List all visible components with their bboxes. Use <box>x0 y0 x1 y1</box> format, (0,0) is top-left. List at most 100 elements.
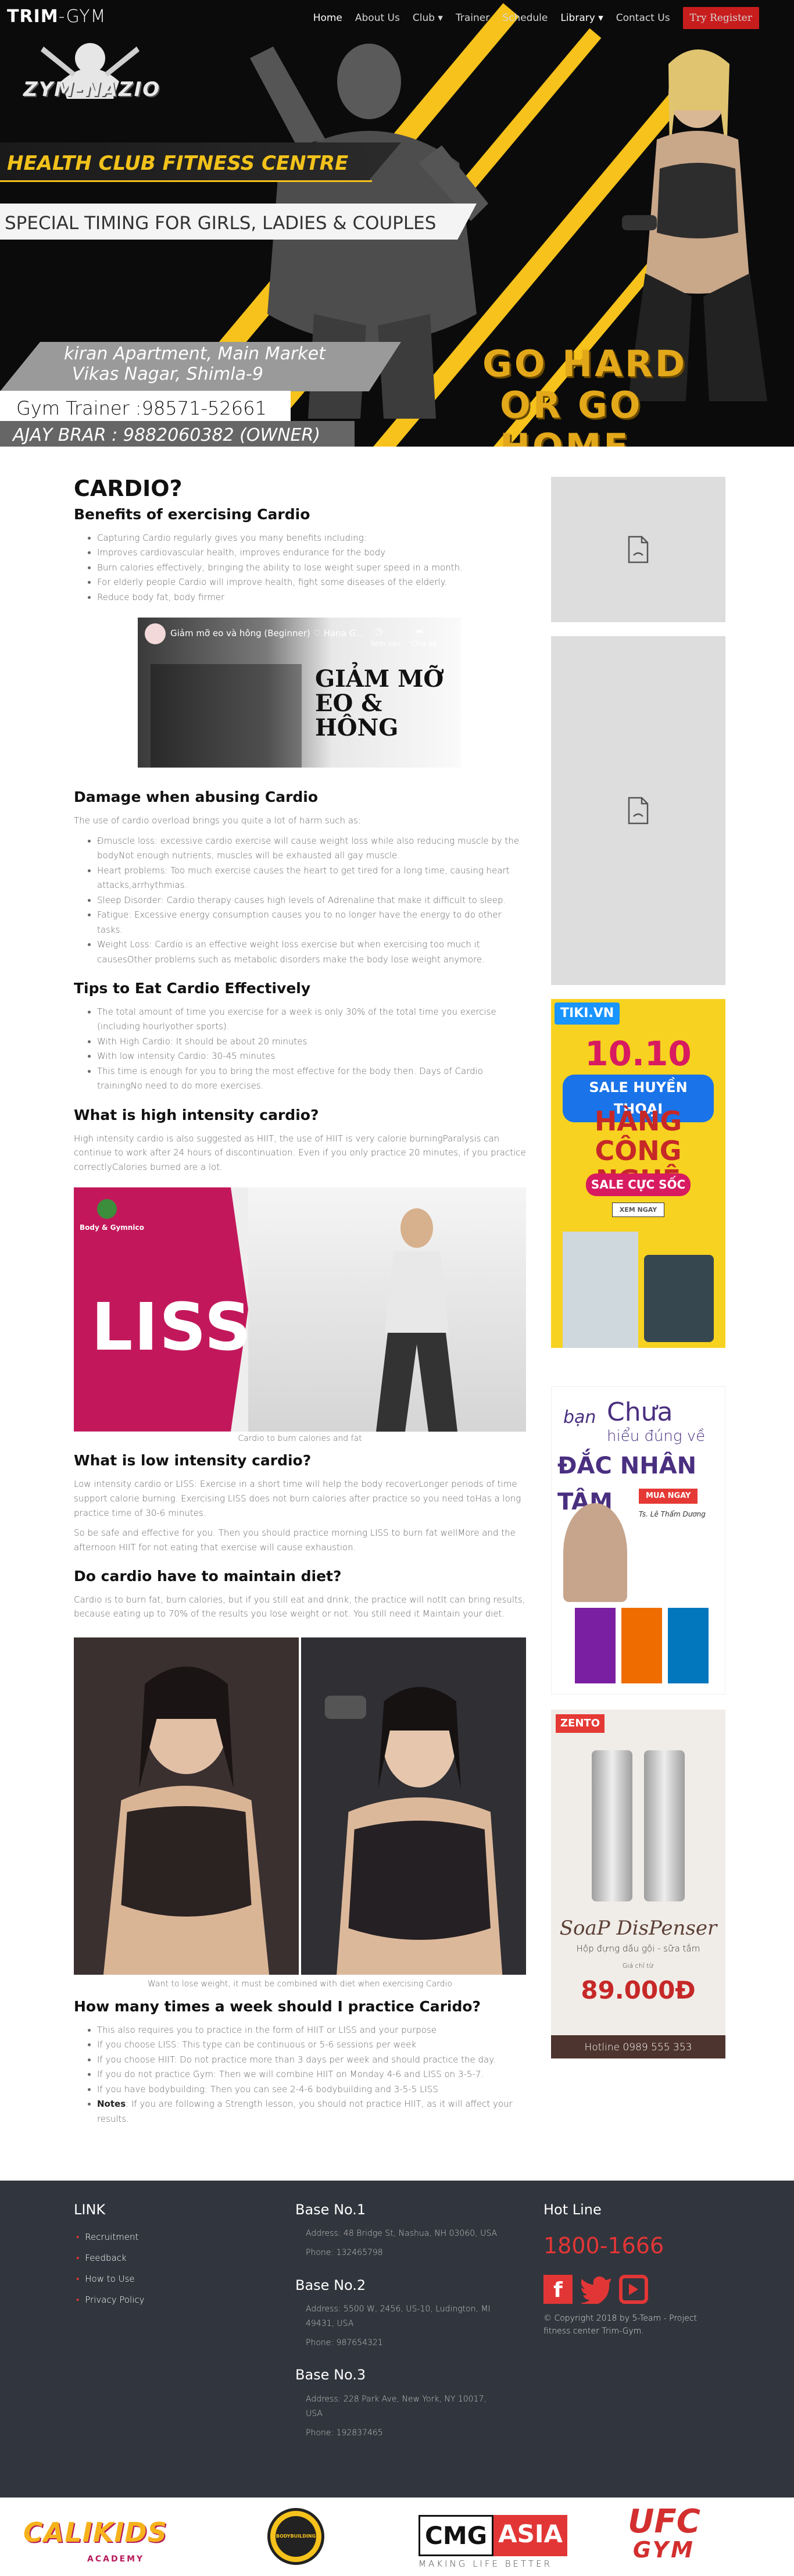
tiki-line-1: HÀNG <box>594 1105 682 1137</box>
list-item: For elderly people Cardio will improve h… <box>97 575 526 590</box>
tiki-ad[interactable]: TIKI.VN 10.10 SALE HUYỀN THOẠI HÀNG CÔNG … <box>551 999 725 1371</box>
soap-subtitle: Hộp đựng dầu gội - sữa tắm <box>576 1943 700 1954</box>
list-item: Notes: If you are following a Strength l… <box>97 2097 526 2127</box>
cmg-text: CMG <box>419 2515 494 2557</box>
note-label: Notes <box>97 2099 126 2110</box>
trainer-band: Gym Trainer :98571-52661 <box>0 391 291 421</box>
navbar: TRIM-GYM Home About Us Club ▾ Trainer Sc… <box>0 0 794 31</box>
youtube-icon[interactable] <box>619 2275 648 2304</box>
footer-link-how-to-use[interactable]: How to Use <box>76 2268 237 2289</box>
try-register-button[interactable]: Try Register <box>682 7 759 30</box>
book-ad[interactable]: bạn Chưa hiểu đúng về ĐẮC NHÂN TÂM MUA N… <box>551 1386 725 1694</box>
nav-club[interactable]: Club ▾ <box>413 10 443 26</box>
brand-logo[interactable]: TRIM-GYM <box>7 3 106 31</box>
list-item: Ðmuscle loss: excessive cardio exercise … <box>97 834 526 864</box>
woman-photo-1 <box>74 1637 299 1975</box>
footer-link-feedback[interactable]: Feedback <box>76 2247 237 2268</box>
sidebar: TIKI.VN 10.10 SALE HUYỀN THOẠI HÀNG CÔNG … <box>551 477 725 2074</box>
footer-link-title: LINK <box>74 2202 106 2218</box>
nav-about[interactable]: About Us <box>355 10 400 26</box>
partner-bodybuilding[interactable]: BODYBUILDING <box>267 2508 324 2565</box>
footer-links-column: LINK Recruitment Feedback How to Use Pri… <box>74 2199 237 2310</box>
base2-address: Address: 5500 W, 2456, US-10, Ludington,… <box>306 2304 491 2328</box>
gym-logo: GYM <box>632 2537 695 2563</box>
trainer-phone: Gym Trainer :98571-52661 <box>16 397 267 419</box>
diet-photo-left <box>74 1637 299 1975</box>
liss-image: Body & Gymnico LISS <box>74 1187 526 1432</box>
list-item: If you choose HIIT: Do not practice more… <box>97 2053 526 2068</box>
list-item: With low intensity Cardio: 30-45 minutes <box>97 1049 526 1064</box>
brand-bold: TRIM <box>7 6 59 27</box>
base1-address: Address: 48 Bridge St, Nashua, NH 03060,… <box>306 2229 498 2239</box>
hotline-number[interactable]: 1800-1666 <box>543 2229 718 2263</box>
hero-banner: TRIM-GYM Home About Us Club ▾ Trainer Sc… <box>0 0 794 447</box>
share-icon[interactable]: ➦ <box>416 625 423 639</box>
book-buy-button[interactable]: MUA NGAY <box>639 1489 698 1504</box>
clock-icon[interactable]: ◷ <box>375 625 383 639</box>
cmg-logo: CMG ASIA <box>419 2515 567 2557</box>
article: CARDIO? Benefits of exercising Cardio Ca… <box>74 476 526 2131</box>
author-photo <box>563 1503 627 1602</box>
list-item: Weight Loss: Cardio is an effective weig… <box>97 937 526 967</box>
footer-link-privacy[interactable]: Privacy Policy <box>76 2289 237 2310</box>
fridge-image <box>563 1232 638 1348</box>
brand-light: -GYM <box>58 6 106 27</box>
tiki-logo: TIKI.VN <box>555 1002 620 1025</box>
soap-title: SoaP DisPenser <box>559 1917 717 1940</box>
book-cover-2 <box>621 1608 662 1683</box>
nav-schedule[interactable]: Schedule <box>502 10 548 26</box>
diet-heading: Do cardio have to maintain diet? <box>74 1567 342 1585</box>
facebook-icon[interactable]: f <box>543 2275 573 2304</box>
damage-heading: Damage when abusing Cardio <box>74 789 319 806</box>
book-word-1: bạn <box>563 1407 596 1428</box>
tips-list: The total amount of time you exercise fo… <box>74 1005 526 1094</box>
timing-text: SPECIAL TIMING FOR GIRLS, LADIES & COUPL… <box>5 213 437 234</box>
partner-ufc-gym[interactable]: UFC GYM <box>628 2506 700 2563</box>
tiki-cta-button[interactable]: XEM NGAY <box>612 1203 664 1218</box>
partner-cmg-asia[interactable]: CMG ASIA MAKING LIFE BETTER <box>419 2515 567 2571</box>
zento-logo: ZENTO <box>556 1714 605 1733</box>
footer-hotline-column: Hot Line 1800-1666 f © Copyright 2018 by… <box>543 2199 718 2338</box>
video-overlay-text: GIẢM MỠ EO & HÔNG <box>315 665 444 742</box>
woman-photo-2 <box>301 1637 526 1975</box>
base3-phone: Phone: 192837465 <box>306 2428 383 2438</box>
diet-images <box>74 1637 526 1975</box>
base1-phone: Phone: 132465798 <box>306 2248 383 2258</box>
ad-placeholder-2[interactable] <box>551 636 725 985</box>
list-item: Sleep Disorder: Cardio therapy causes hi… <box>97 893 526 908</box>
owner-band: AJAY BRAR : 9882060382 (OWNER) <box>0 421 355 447</box>
leaf-icon <box>97 1198 117 1219</box>
twitter-icon[interactable] <box>580 2275 612 2304</box>
list-item: This time is enough for you to bring the… <box>97 1064 526 1094</box>
video-title[interactable]: Giảm mỡ eo và hông (Beginner) ♡ Hana G..… <box>170 627 364 640</box>
youtube-embed[interactable]: Giảm mỡ eo và hông (Beginner) ♡ Hana G..… <box>138 618 461 768</box>
article-title: CARDIO? <box>74 476 183 501</box>
damage-intro: The use of cardio overload brings you qu… <box>74 815 361 826</box>
tiki-hot: SALE CỰC SỐC <box>586 1173 691 1196</box>
hero-address: kiran Apartment, Main Market Vikas Nagar,… <box>64 344 326 384</box>
list-item: With High Cardio: It should be about 20 … <box>97 1034 526 1050</box>
dispenser-left <box>592 1750 632 1901</box>
ufc-logo: UFC <box>628 2503 700 2541</box>
high-intensity-heading: What is high intensity cardio? <box>74 1106 319 1123</box>
partner-calikids[interactable]: CALIKIDS ACADEMY <box>23 2512 167 2566</box>
share-label[interactable]: Chia sẻ <box>411 638 437 650</box>
cmg-sub: MAKING LIFE BETTER <box>419 2559 552 2570</box>
diet-caption: Want to lose weight, it must be combined… <box>147 1979 453 1989</box>
footer-bases-column: Base No.1 Address: 48 Bridge St, Nashua,… <box>295 2199 499 2441</box>
broken-image-icon <box>628 536 649 563</box>
club-title: HEALTH CLUB FITNESS CENTRE <box>7 152 349 175</box>
soap-ad[interactable]: ZENTO SoaP DisPenser Hộp đựng dầu gội - … <box>551 1710 725 2058</box>
nav-contact[interactable]: Contact Us <box>616 10 670 26</box>
watch-later-label[interactable]: Xem sau <box>370 638 400 650</box>
owner-phone: AJAY BRAR : 9882060382 (OWNER) <box>13 425 321 445</box>
nav-home[interactable]: Home <box>313 10 342 26</box>
nav-trainer[interactable]: Trainer <box>456 10 489 26</box>
footer-link-recruitment[interactable]: Recruitment <box>76 2227 237 2247</box>
gym-logo-text: ZYM-NAZIO <box>23 78 161 101</box>
ad-placeholder-1[interactable] <box>551 477 725 622</box>
broken-image-icon <box>628 797 649 825</box>
liss-word: LISS <box>91 1289 253 1365</box>
book-author: Ts. Lê Thẩm Dương <box>639 1510 706 1518</box>
nav-library[interactable]: Library ▾ <box>560 10 603 26</box>
